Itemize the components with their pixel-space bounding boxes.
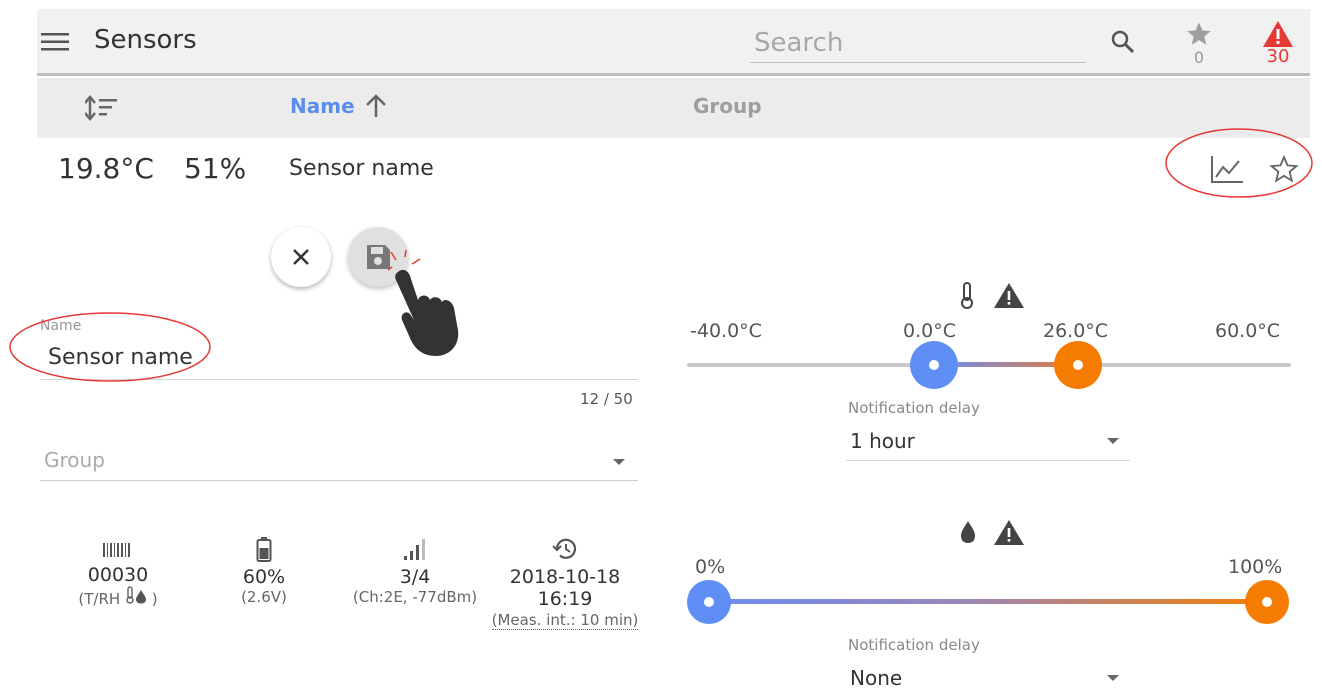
column-header-name[interactable]: Name bbox=[290, 94, 355, 118]
pointer-hand-icon bbox=[388, 250, 459, 356]
temp-range-max-label: 60.0°C bbox=[1215, 320, 1281, 342]
warning-icon bbox=[994, 520, 1024, 545]
dropdown-caret-icon[interactable] bbox=[612, 458, 626, 466]
group-field-underline bbox=[40, 480, 638, 481]
info-signal: 3/4 (Ch:2E, -77dBm) bbox=[340, 536, 490, 606]
humidity-reading: 51% bbox=[184, 152, 247, 185]
info-sensor-id: 00030 (T/RH ) bbox=[43, 540, 193, 608]
temperature-alarm-icons bbox=[961, 282, 1024, 309]
close-icon bbox=[293, 249, 309, 265]
sensor-type-close: ) bbox=[151, 590, 158, 608]
temp-range-min-label: -40.0°C bbox=[690, 320, 762, 342]
humidity-low-thumb[interactable] bbox=[687, 580, 731, 624]
temp-low-threshold-label: 0.0°C bbox=[903, 320, 956, 342]
humidity-high-thumb[interactable] bbox=[1245, 580, 1289, 624]
dropdown-caret-icon[interactable] bbox=[1106, 674, 1120, 682]
star-icon[interactable] bbox=[1185, 20, 1213, 48]
alert-icon[interactable] bbox=[1262, 20, 1294, 48]
annotation-circle bbox=[9, 312, 211, 382]
page-title: Sensors bbox=[94, 25, 197, 55]
droplet-icon bbox=[135, 590, 146, 604]
menu-icon[interactable] bbox=[41, 33, 69, 51]
history-icon bbox=[552, 538, 577, 559]
annotation-circle bbox=[1165, 128, 1313, 198]
dropdown-caret-icon[interactable] bbox=[1106, 437, 1120, 445]
measurement-date: 2018-10-18 bbox=[509, 566, 621, 588]
temp-notification-delay-select[interactable]: 1 hour bbox=[850, 429, 915, 453]
arrow-up-icon[interactable] bbox=[364, 93, 388, 119]
sort-icon[interactable] bbox=[85, 94, 119, 122]
search-icon[interactable] bbox=[1110, 29, 1136, 55]
hum-range-max-label: 100% bbox=[1228, 556, 1283, 578]
measurement-time: 16:19 bbox=[537, 588, 593, 610]
temp-high-threshold-label: 26.0°C bbox=[1043, 320, 1109, 342]
signal-channel: (Ch:2E, -77dBm) bbox=[352, 588, 478, 606]
temperature-high-thumb[interactable] bbox=[1054, 341, 1102, 389]
group-select[interactable]: Group bbox=[44, 448, 105, 472]
table-header bbox=[37, 78, 1310, 138]
temperature-reading: 19.8°C bbox=[58, 152, 154, 185]
thermometer-icon bbox=[961, 282, 973, 309]
droplet-icon bbox=[961, 521, 975, 543]
column-header-group[interactable]: Group bbox=[693, 94, 762, 118]
barcode-icon bbox=[103, 543, 130, 557]
search-input[interactable] bbox=[750, 24, 1086, 63]
signal-icon bbox=[404, 539, 425, 560]
battery-level: 60% bbox=[242, 566, 286, 588]
temp-delay-underline bbox=[846, 460, 1130, 461]
warning-icon bbox=[994, 283, 1024, 308]
thermometer-icon bbox=[126, 586, 134, 604]
hum-notification-delay-label: Notification delay bbox=[848, 636, 980, 654]
battery-voltage: (2.6V) bbox=[241, 588, 287, 606]
battery-icon bbox=[256, 537, 272, 562]
temp-notification-delay-label: Notification delay bbox=[848, 399, 980, 417]
sensor-type-label: (T/RH bbox=[78, 590, 121, 608]
info-last-measurement: 2018-10-18 16:19 (Meas. int.: 10 min) bbox=[490, 536, 640, 630]
temperature-low-thumb[interactable] bbox=[910, 341, 958, 389]
name-char-counter: 12 / 50 bbox=[580, 390, 633, 408]
favorites-count: 0 bbox=[1193, 48, 1205, 67]
humidity-slider-range[interactable] bbox=[709, 599, 1269, 604]
signal-strength: 3/4 bbox=[399, 566, 431, 588]
hum-range-min-label: 0% bbox=[695, 556, 726, 578]
sensor-name[interactable]: Sensor name bbox=[289, 156, 434, 181]
alerts-count: 30 bbox=[1266, 46, 1290, 67]
sensor-type: (T/RH ) bbox=[43, 586, 193, 608]
cancel-button[interactable] bbox=[271, 227, 331, 287]
hum-notification-delay-select[interactable]: None bbox=[850, 666, 902, 690]
measurement-interval: (Meas. int.: 10 min) bbox=[491, 611, 639, 630]
humidity-alarm-icons bbox=[961, 520, 1024, 545]
sensor-id: 00030 bbox=[87, 564, 149, 586]
info-battery: 60% (2.6V) bbox=[189, 536, 339, 606]
